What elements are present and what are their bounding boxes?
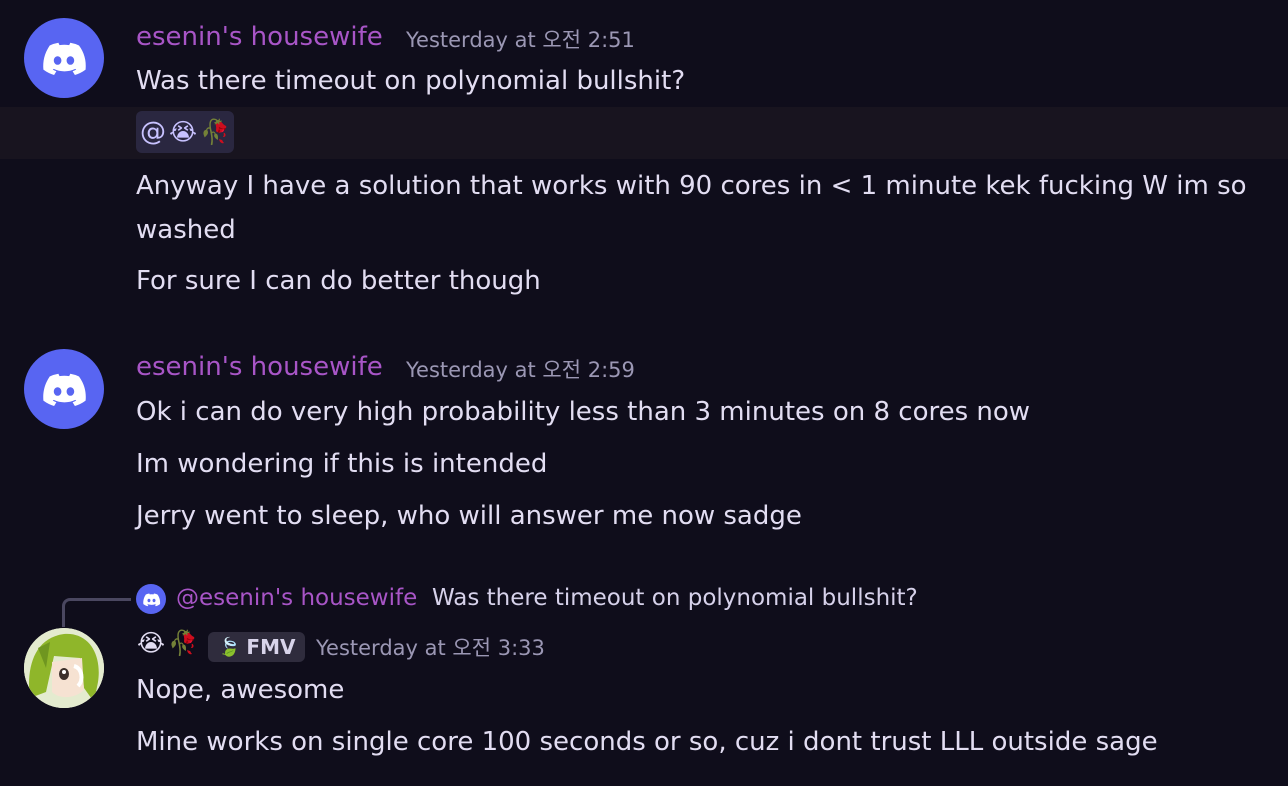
reply-avatar[interactable] (136, 584, 166, 614)
username[interactable]: esenin's housewife (136, 22, 383, 52)
server-tag-label: FMV (246, 635, 296, 659)
message-text: Anyway I have a solution that works with… (136, 171, 1247, 245)
timestamp[interactable]: Yesterday at 오전 3:33 (316, 633, 545, 663)
discord-logo-icon (142, 592, 160, 606)
message-text: Im wondering if this is intended (136, 449, 548, 479)
reply-mention[interactable]: @esenin's housewife (176, 582, 417, 614)
anime-avatar-icon (24, 628, 104, 708)
reply-connector (62, 598, 131, 627)
mention-at-sign: @ (140, 117, 166, 147)
message-text: Was there timeout on polynomial bullshit… (136, 66, 686, 96)
crying-face-icon: 😭 (168, 118, 198, 146)
user-avatar[interactable] (24, 349, 104, 429)
crying-face-icon: 😭 (136, 629, 166, 657)
name-emoji-decoration: 😭 🥀 (136, 628, 198, 658)
timestamp[interactable]: Yesterday at 오전 2:59 (406, 355, 635, 385)
timestamp[interactable]: Yesterday at 오전 2:51 (406, 25, 635, 55)
discord-logo-icon (43, 42, 86, 75)
leaf-icon: 🍃 (218, 636, 241, 658)
user-avatar[interactable] (24, 628, 104, 708)
message-text: Nope, awesome (136, 675, 345, 705)
wilted-rose-icon: 🥀 (168, 629, 198, 657)
mention-chip[interactable]: @ 😭 🥀 (136, 111, 234, 153)
message-text: Ok i can do very high probability less t… (136, 397, 1031, 427)
wilted-rose-icon: 🥀 (200, 118, 230, 146)
username[interactable]: esenin's housewife (136, 352, 383, 382)
message-text: For sure I can do better though (136, 266, 541, 296)
reply-preview-text[interactable]: Was there timeout on polynomial bullshit… (432, 582, 918, 614)
server-tag-badge[interactable]: 🍃 FMV (208, 632, 306, 662)
message-text: Jerry went to sleep, who will answer me … (136, 501, 802, 531)
discord-logo-icon (43, 373, 86, 406)
message-text: Mine works on single core 100 seconds or… (136, 727, 1158, 757)
user-avatar[interactable] (24, 18, 104, 98)
